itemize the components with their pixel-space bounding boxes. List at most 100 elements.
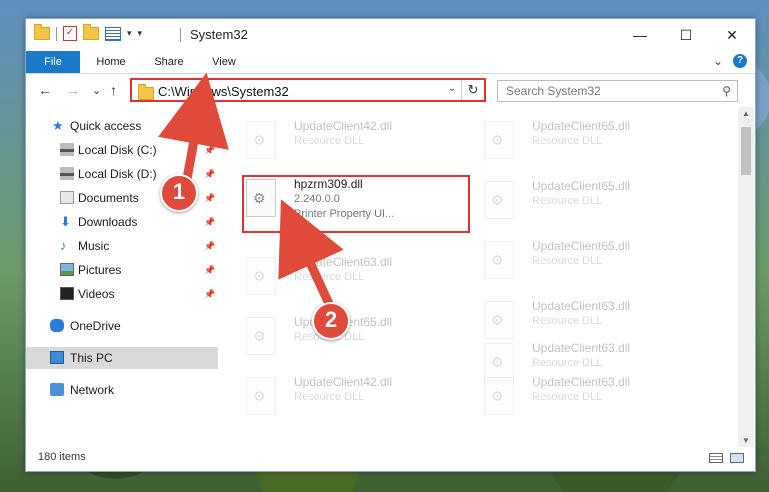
file-type: Resource DLL [532,195,603,207]
sidebar-item-pictures[interactable]: Pictures 📌 [26,259,218,281]
search-icon[interactable]: ⚲ [722,84,731,98]
search-input[interactable]: Search System32 [506,84,601,98]
folder-icon [34,24,50,40]
sidebar-item-videos[interactable]: Videos 📌 [26,283,218,305]
properties-check-icon[interactable]: ✓ [63,26,77,41]
file-tile[interactable]: ⚙ UpdateClient63.dll Resource DLL [246,253,466,303]
expand-ribbon-icon[interactable]: ⌄ [713,54,723,68]
file-list: ⚙ UpdateClient42.dll Resource DLL ⚙ hpzr… [226,107,736,439]
address-folder-icon [138,84,154,100]
file-tile[interactable]: ⚙ UpdateClient65.dll Resource DLL [484,117,704,167]
properties-list-icon[interactable] [105,26,121,41]
file-type: Resource DLL [532,135,603,147]
status-bar: 180 items [26,447,755,471]
sidebar-item-quick-access[interactable]: ★ Quick access [26,115,218,137]
scroll-down-icon[interactable]: ▼ [742,436,750,445]
sidebar-item-label: Local Disk (C:) [78,143,157,157]
onedrive-cloud-icon [50,319,64,332]
toolbar-separator [56,26,57,41]
tab-file[interactable]: File [26,51,80,73]
sidebar-item-label: Network [70,383,115,397]
file-name: UpdateClient63.dll [294,255,393,269]
scroll-up-icon[interactable]: ▲ [742,109,750,118]
network-icon [50,383,64,396]
ribbon-right-controls: ⌄ ? [713,54,747,68]
file-tile[interactable]: ⚙ UpdateClient65.dll Resource DLL [246,313,466,363]
file-tile[interactable]: ⚙ UpdateClient65.dll Resource DLL [484,237,704,287]
gear-icon: ⚙ [253,268,266,284]
pictures-icon [60,263,74,276]
search-box[interactable]: Search System32 ⚲ [497,80,738,102]
sidebar-item-label: Local Disk (D:) [78,167,157,181]
sidebar-item-label: Pictures [78,263,122,277]
sidebar-item-this-pc[interactable]: This PC [26,347,218,369]
sidebar-item-downloads[interactable]: ⬇ Downloads 📌 [26,211,218,233]
gear-icon: ⚙ [253,328,266,344]
customize-toolbar-icon[interactable]: ▾ [138,28,143,39]
sidebar-item-local-disk-c[interactable]: Local Disk (C:) 📌 [26,139,218,161]
file-type: Resource DLL [294,135,365,147]
help-icon[interactable]: ? [733,54,747,68]
up-button[interactable]: ↑ [110,82,117,98]
dll-file-icon: ⚙ [484,121,514,159]
file-type: Resource DLL [532,255,603,267]
pin-icon[interactable]: 📌 [204,211,215,233]
drive-icon [60,143,74,156]
tab-view[interactable]: View [202,51,246,73]
address-path[interactable]: C:\Windows\System32 [158,84,289,99]
file-name: UpdateClient63.dll [532,375,631,389]
file-tile[interactable]: ⚙ UpdateClient65.dll Resource DLL [484,177,704,227]
tab-home[interactable]: Home [86,51,136,73]
pin-icon[interactable]: 📌 [204,187,215,209]
pin-icon[interactable]: 📌 [204,163,215,185]
sidebar-item-label: Downloads [78,215,138,229]
minimize-button[interactable]: — [617,19,663,51]
details-view-icon[interactable] [709,453,723,463]
large-icons-view-icon[interactable] [730,453,744,463]
close-button[interactable]: ✕ [709,19,755,51]
gear-icon: ⚙ [491,252,504,268]
sidebar-item-label: Music [78,239,110,253]
recent-locations-button[interactable]: ⌄ [92,84,101,97]
step-badge-1: 1 [160,174,198,212]
drive-icon [60,167,74,180]
pin-icon[interactable]: 📌 [204,139,215,161]
dll-file-icon: ⚙ [246,257,276,295]
pin-icon[interactable]: 📌 [204,283,215,305]
sidebar-item-network[interactable]: Network [26,379,218,401]
gear-icon: ⚙ [491,192,504,208]
file-tile[interactable]: ⚙ UpdateClient42.dll Resource DLL [246,373,466,423]
gear-icon: ⚙ [491,312,504,328]
pin-icon[interactable]: 📌 [204,235,215,257]
file-type: Resource DLL [294,391,365,403]
tab-share[interactable]: Share [144,51,194,73]
quick-access-toolbar: ✓ ▾ ▾ [34,24,143,41]
back-button[interactable]: ← [38,82,52,98]
forward-button[interactable]: → [66,82,80,98]
vertical-scrollbar[interactable]: ▲ ▼ [738,107,754,447]
maximize-button[interactable]: ☐ [663,19,709,51]
sidebar-item-music[interactable]: ♪ Music 📌 [26,235,218,257]
sidebar-item-onedrive[interactable]: OneDrive [26,315,218,337]
address-dropdown-icon[interactable]: ⌄ [448,83,456,94]
file-name: UpdateClient42.dll [294,375,393,389]
videos-icon [60,287,74,300]
address-bar[interactable]: C:\Windows\System32 ⌄ ↻ [130,78,486,102]
qat-dropdown-icon[interactable]: ▾ [127,28,132,39]
file-type: Resource DLL [532,315,603,327]
pin-icon[interactable]: 📌 [204,259,215,281]
dll-file-icon: ⚙ [484,241,514,279]
gear-icon: ⚙ [491,132,504,148]
music-icon: ♪ [60,238,67,253]
file-tile[interactable]: ⚙ UpdateClient63.dll Resource DLL [484,373,704,423]
file-name: UpdateClient65.dll [532,239,631,253]
gear-icon: ⚙ [253,132,266,148]
refresh-icon[interactable]: ↻ [461,80,484,100]
new-folder-icon[interactable] [83,24,99,40]
item-count: 180 items [38,451,86,463]
sidebar-item-label: Videos [78,287,115,301]
file-tile[interactable]: ⚙ UpdateClient42.dll Resource DLL [246,117,466,167]
scroll-thumb[interactable] [741,127,751,175]
step-badge-2: 2 [312,302,350,340]
dll-file-icon: ⚙ [484,377,514,415]
